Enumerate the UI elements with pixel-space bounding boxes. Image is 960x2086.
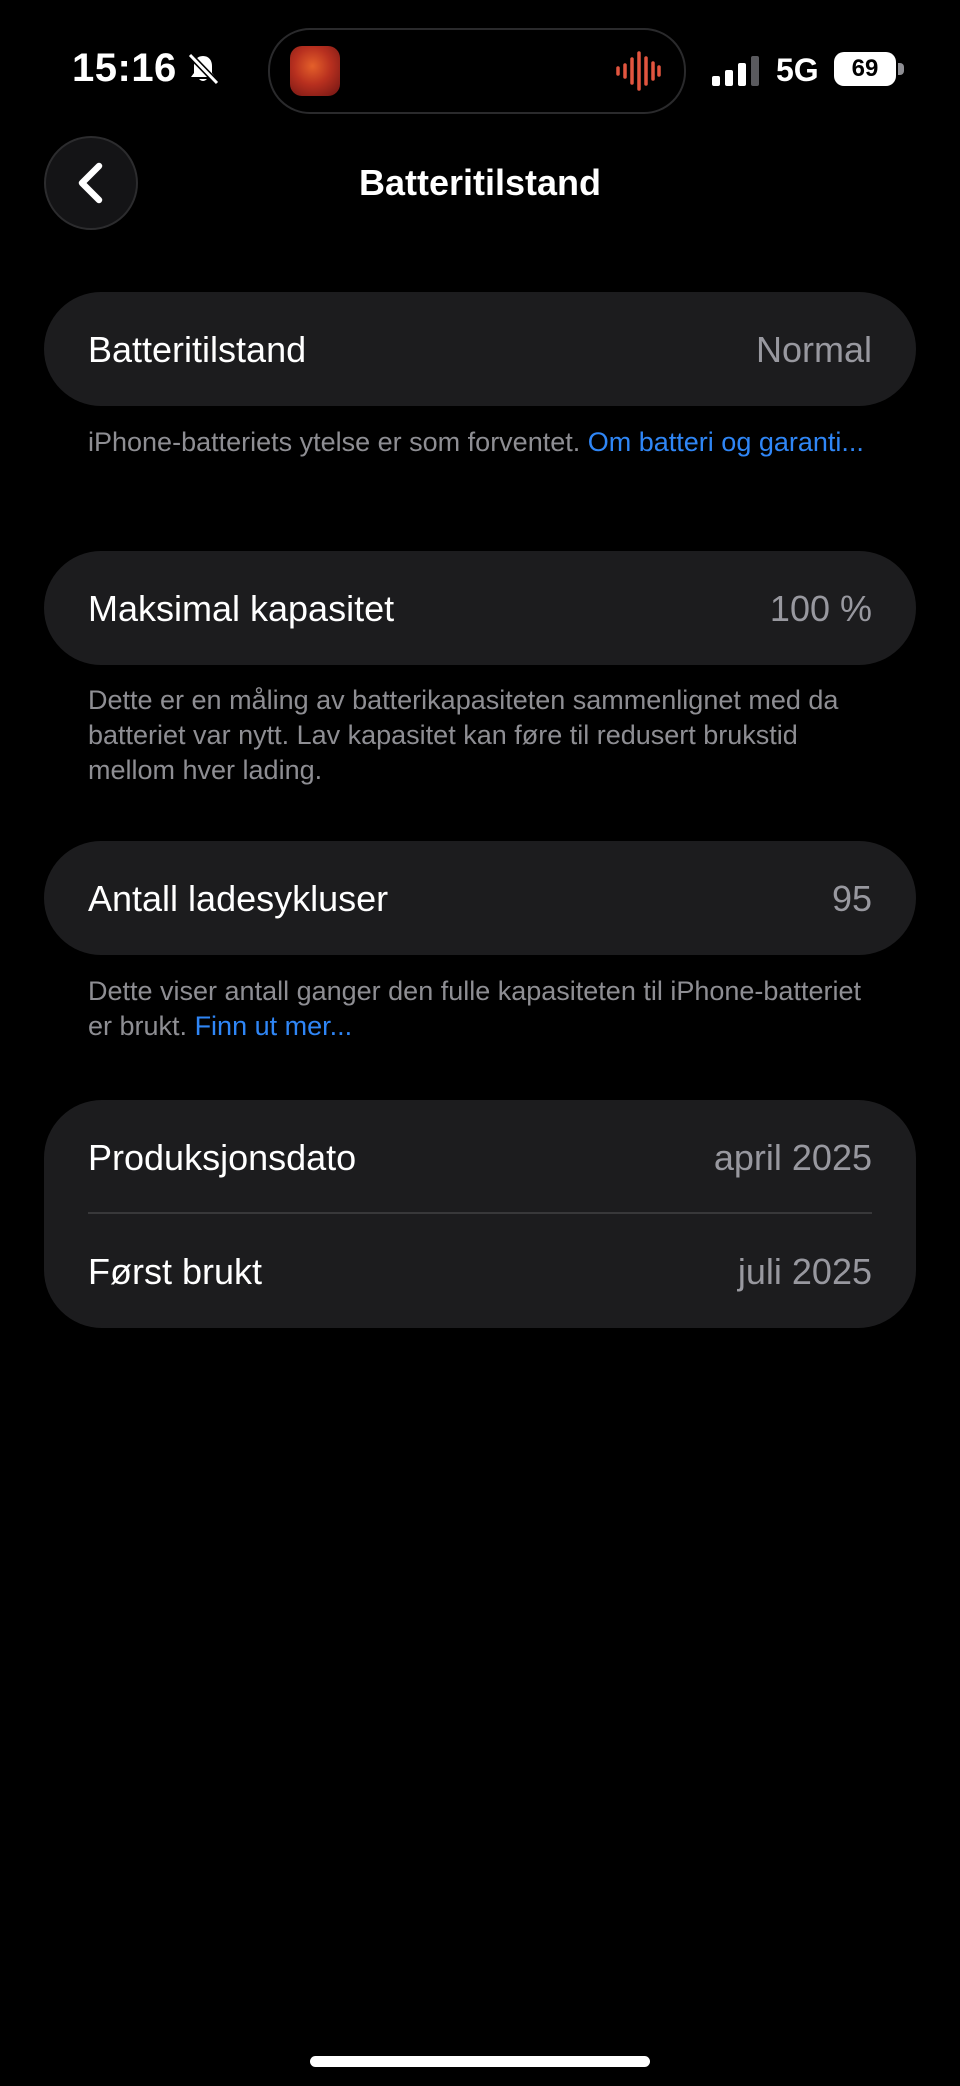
battery-health-note-text: iPhone-batteriets ytelse er som forvente… (88, 427, 581, 457)
first-use-label: Først brukt (88, 1251, 263, 1292)
first-use-row: Først brukt juli 2025 (44, 1214, 916, 1328)
charge-cycles-note: Dette viser antall ganger den fulle kapa… (88, 974, 888, 1044)
learn-more-link[interactable]: Finn ut mer... (195, 1011, 353, 1041)
battery-icon: 69 (834, 52, 906, 88)
battery-health-value: Normal (755, 329, 872, 370)
max-capacity-label: Maksimal kapasitet (88, 588, 395, 629)
manufacture-date-label: Produksjonsdato (88, 1137, 357, 1178)
max-capacity-value: 100 % (769, 588, 872, 629)
charge-cycles-row: Antall ladesykluser 95 (44, 841, 916, 955)
first-use-value: juli 2025 (737, 1251, 872, 1292)
charge-cycles-value: 95 (831, 878, 872, 919)
audio-waveform-icon (616, 51, 661, 91)
now-playing-artwork (290, 46, 340, 96)
battery-health-row: Batteritilstand Normal (44, 292, 916, 406)
battery-health-note: iPhone-batteriets ytelse er som forvente… (88, 425, 888, 460)
charge-cycles-label: Antall ladesykluser (88, 878, 389, 919)
network-type: 5G (776, 52, 819, 88)
battery-health-label: Batteritilstand (88, 329, 307, 370)
page-title: Batteritilstand (358, 162, 602, 203)
battery-health-card: Batteritilstand Normal (44, 292, 916, 406)
signal-bars-icon (712, 56, 759, 86)
charge-cycles-card: Antall ladesykluser 95 (44, 841, 916, 955)
bell-slash-icon (187, 52, 220, 86)
battery-warranty-link[interactable]: Om batteri og garanti... (588, 427, 864, 457)
battery-cap (898, 63, 904, 75)
manufacture-date-value: april 2025 (713, 1137, 872, 1178)
battery-level: 69 (834, 52, 896, 86)
status-time: 15:16 (72, 46, 177, 90)
battery-dates-card: Produksjonsdato april 2025 Først brukt j… (44, 1100, 916, 1328)
manufacture-date-row: Produksjonsdato april 2025 (44, 1100, 916, 1214)
dynamic-island[interactable] (268, 28, 686, 114)
home-indicator[interactable] (310, 2056, 650, 2067)
max-capacity-row: Maksimal kapasitet 100 % (44, 551, 916, 665)
status-bar: 15:16 5G 69 (0, 0, 960, 140)
max-capacity-note: Dette er en måling av batterikapasiteten… (88, 685, 839, 785)
max-capacity-card: Maksimal kapasitet 100 % (44, 551, 916, 665)
